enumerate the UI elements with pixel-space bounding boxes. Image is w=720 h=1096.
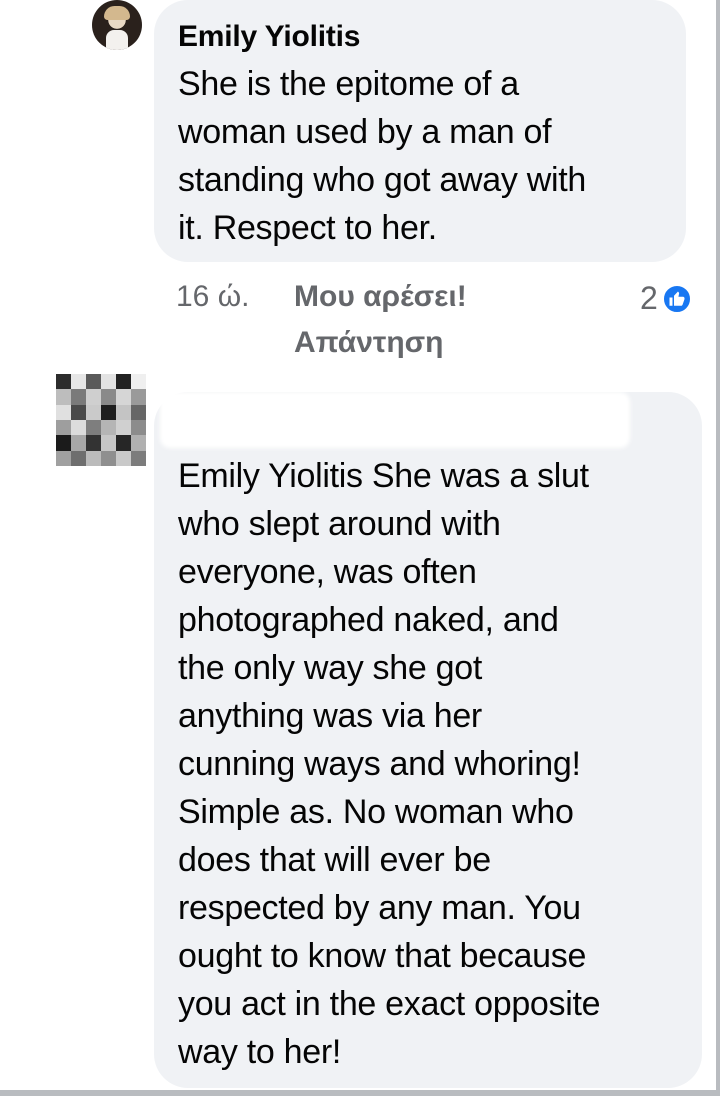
pixel [71,404,86,420]
pixel [131,435,146,451]
pixel [131,419,146,436]
screen-edge-right [716,0,720,1096]
pixel [86,450,101,466]
pixel [101,435,116,451]
avatar-hair [104,6,130,20]
pixel [71,389,86,405]
pixel [116,374,131,390]
comment-text-line: who slept around with [178,505,501,543]
pixel [56,435,71,451]
comment-text-line: respected by any man. You [178,889,581,927]
pixel [86,389,101,405]
avatar[interactable] [92,0,142,50]
comment-text-line: standing who got away with [178,161,587,199]
avatar-shirt [106,30,128,50]
pixelated-avatar[interactable] [56,374,146,466]
comment-text-line: cunning ways and whoring! [178,745,581,783]
pixel [56,419,71,436]
comment-text-line: photographed naked, and [178,601,559,639]
pixel [86,419,101,436]
comment-text-line: everyone, was often [178,553,477,591]
pixel [131,450,146,466]
pixel [116,450,131,466]
comment-text-line: you act in the exact opposite [178,985,601,1023]
pixel [101,389,116,405]
comment-text-line: Simple as. No woman who [178,793,574,831]
pixel [116,435,131,451]
comment-text-line: anything was via her [178,697,482,735]
pixel [116,389,131,405]
comment-text-line: it. Respect to her. [178,209,437,247]
comment-text: Emily Yiolitis She was a slut who slept … [178,452,688,1076]
reply-button[interactable]: Απάντηση [294,326,444,360]
comment-text-line: does that will ever be [178,841,491,879]
pixel [86,374,101,390]
pixel [116,404,131,420]
comment-text-line: ought to know that because [178,937,587,975]
pixel [101,450,116,466]
pixel [131,404,146,420]
reaction-count: 2 [640,280,658,316]
pixel [71,374,86,390]
pixel [101,404,116,420]
pixel [71,450,86,466]
thumbs-up-icon [661,283,692,314]
pixel [56,389,71,405]
pixel [71,419,86,436]
pixel [131,389,146,405]
pixel [56,374,71,390]
comment-text-line: way to her! [178,1033,341,1071]
pixel [56,450,71,466]
pixel [116,419,131,436]
pixel [131,374,146,390]
pixel [71,435,86,451]
comment-text-line: woman used by a man of [178,113,552,151]
pixel [101,419,116,436]
screen-edge-bottom [0,1090,720,1096]
pixel [101,374,116,390]
comment-text-line: Emily Yiolitis She was a slut [178,457,589,495]
comment-text: She is the epitome of a woman used by a … [178,60,678,252]
comment-timestamp[interactable]: 16 ώ. [176,280,249,314]
comment-text-line: the only way she got [178,649,482,687]
pixel [86,404,101,420]
pixel [86,435,101,451]
like-button[interactable]: Μου αρέσει! [294,280,467,314]
comment-text-line: She is the epitome of a [178,65,519,103]
comment-author[interactable]: Emily Yiolitis [178,20,360,54]
pixel [56,404,71,420]
redacted-author [160,392,630,448]
reaction-summary[interactable]: 2 [640,280,692,317]
